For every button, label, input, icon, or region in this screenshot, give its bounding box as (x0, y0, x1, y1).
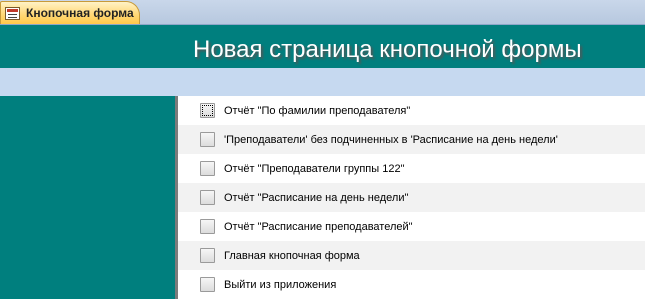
item-button[interactable] (200, 161, 215, 176)
item-label[interactable]: Отчёт "Расписание на день недели" (224, 192, 408, 204)
item-label[interactable]: 'Преподаватели' без подчиненных в 'Распи… (224, 134, 558, 146)
item-button[interactable] (200, 103, 215, 118)
item-label[interactable]: Отчёт "Расписание преподавателей" (224, 221, 413, 233)
form-icon (5, 6, 20, 20)
switchboard-item: 'Преподаватели' без подчиненных в 'Распи… (178, 125, 645, 154)
switchboard-item: Отчёт "Преподаватели группы 122" (178, 154, 645, 183)
item-button[interactable] (200, 190, 215, 205)
document-tab-bar: Кнопочная форма (0, 0, 645, 25)
header-band (0, 68, 645, 96)
left-panel (0, 96, 175, 299)
page-title: Новая страница кнопочной формы (193, 36, 582, 63)
item-label[interactable]: Отчёт "Преподаватели группы 122" (224, 163, 404, 175)
item-button[interactable] (200, 132, 215, 147)
switchboard-item: Выйти из приложения (178, 270, 645, 299)
switchboard-item: Главная кнопочная форма (178, 241, 645, 270)
switchboard-item: Отчёт "Расписание на день недели" (178, 183, 645, 212)
tab-label: Кнопочная форма (26, 6, 134, 20)
tab-switchboard-form[interactable]: Кнопочная форма (0, 1, 140, 24)
item-label[interactable]: Главная кнопочная форма (224, 250, 360, 262)
item-label[interactable]: Выйти из приложения (224, 279, 336, 291)
item-label[interactable]: Отчёт "По фамилии преподавателя" (224, 105, 410, 117)
switchboard-items: Отчёт "По фамилии преподавателя" 'Препод… (178, 96, 645, 299)
item-button[interactable] (200, 219, 215, 234)
item-button[interactable] (200, 277, 215, 292)
item-button[interactable] (200, 248, 215, 263)
switchboard-item: Отчёт "По фамилии преподавателя" (178, 96, 645, 125)
switchboard-item: Отчёт "Расписание преподавателей" (178, 212, 645, 241)
form-header: Новая страница кнопочной формы (0, 25, 645, 68)
